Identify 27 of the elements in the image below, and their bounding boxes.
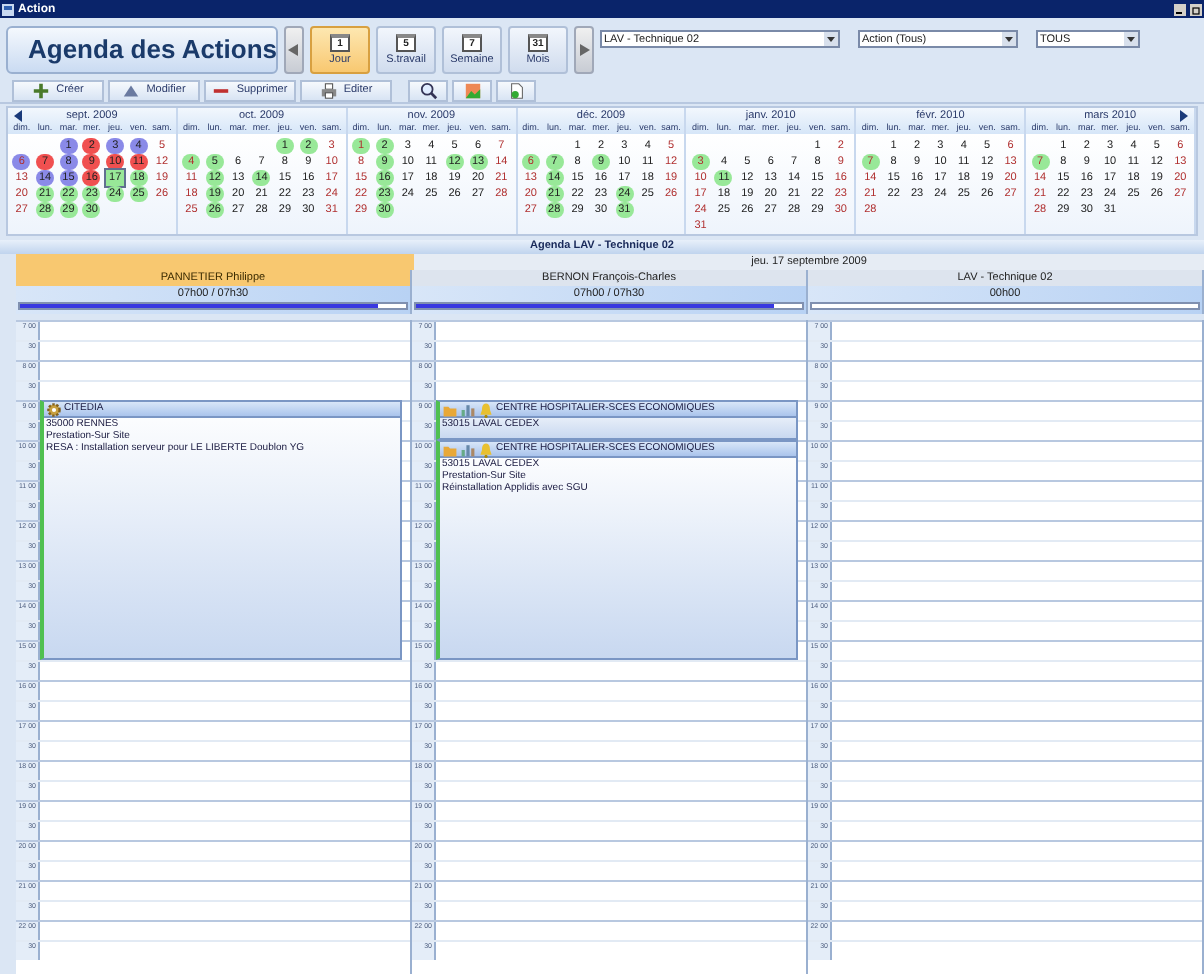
minimize-icon[interactable] bbox=[1174, 3, 1186, 15]
window-icon bbox=[2, 3, 14, 15]
dropdown-arrow-icon bbox=[824, 32, 838, 46]
document-icon bbox=[507, 81, 525, 99]
triangle-icon bbox=[122, 81, 141, 99]
agenda-title-button[interactable]: Agenda des Actions bbox=[6, 26, 278, 74]
dropdown-arrow-icon bbox=[1002, 32, 1016, 46]
search-icon bbox=[419, 81, 437, 99]
plus-icon bbox=[32, 81, 51, 99]
chart-icon bbox=[460, 442, 476, 457]
printer-icon bbox=[319, 81, 338, 99]
chart-icon bbox=[460, 402, 476, 417]
toolbar-icon-button[interactable] bbox=[496, 79, 536, 101]
next-arrow-icon[interactable] bbox=[1178, 110, 1191, 122]
restore-icon[interactable] bbox=[1190, 3, 1202, 15]
next-button[interactable] bbox=[574, 26, 594, 74]
folder-icon bbox=[442, 402, 458, 417]
bell-icon bbox=[478, 442, 494, 457]
bell-icon bbox=[478, 402, 494, 417]
image-icon bbox=[463, 81, 481, 99]
right-arrow-icon bbox=[578, 44, 590, 56]
gear-icon bbox=[46, 402, 62, 417]
previous-arrow-icon[interactable] bbox=[12, 110, 24, 122]
toolbar-icon-button[interactable] bbox=[408, 79, 448, 101]
previous-button[interactable] bbox=[284, 26, 304, 74]
left-arrow-icon bbox=[288, 44, 300, 56]
dropdown-arrow-icon bbox=[1124, 32, 1138, 46]
